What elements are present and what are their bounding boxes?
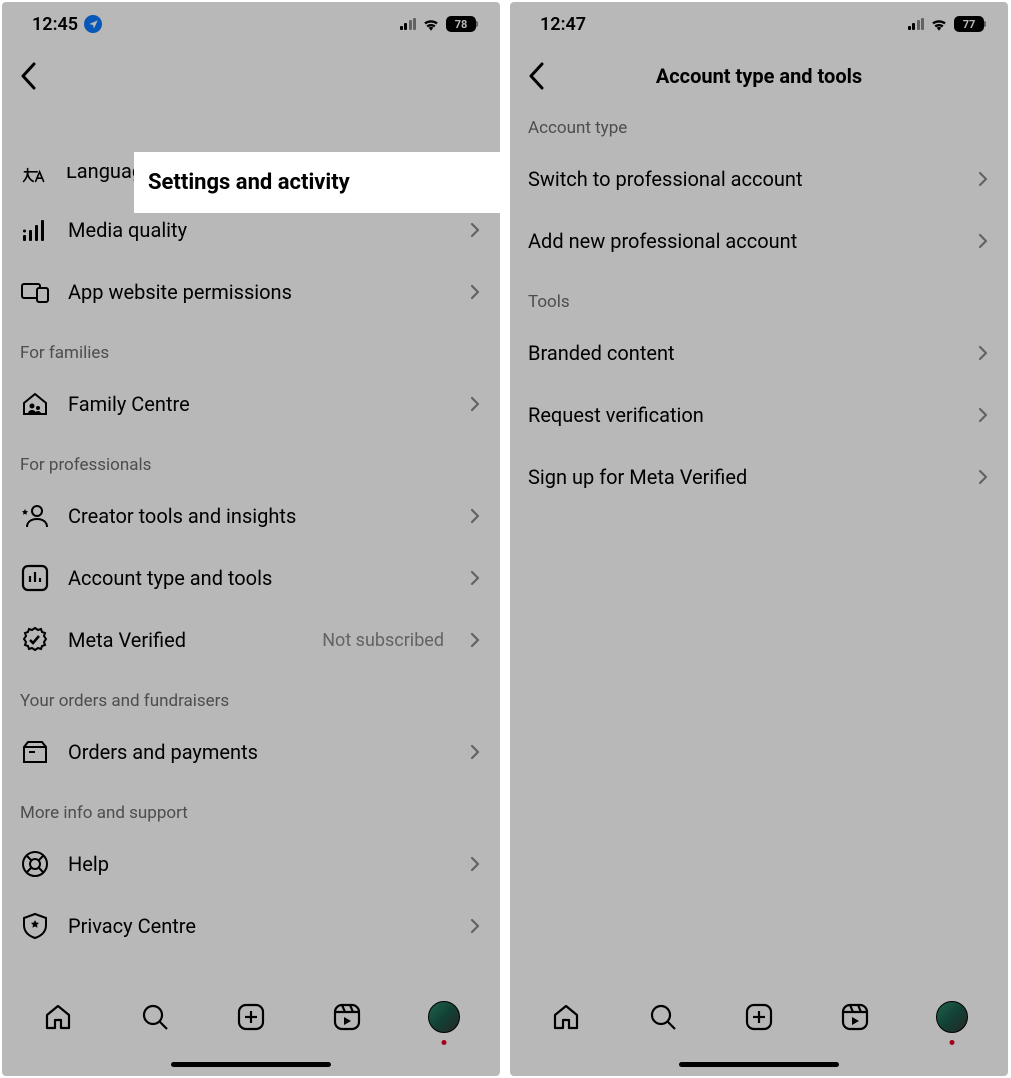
battery-icon: 77 bbox=[954, 16, 984, 32]
home-indicator[interactable] bbox=[510, 1052, 1008, 1076]
battery-level: 78 bbox=[447, 18, 475, 31]
chevron-right-icon bbox=[976, 342, 990, 364]
row-label: Privacy Centre bbox=[68, 914, 450, 938]
back-button[interactable] bbox=[6, 54, 50, 98]
chevron-right-icon bbox=[468, 219, 482, 241]
nav-header bbox=[2, 46, 500, 106]
page-title: Settings and activity bbox=[134, 152, 500, 213]
tab-home[interactable] bbox=[544, 995, 588, 1039]
row-label: Family Centre bbox=[68, 392, 450, 416]
row-creator-tools[interactable]: Creator tools and insights bbox=[2, 485, 500, 547]
row-branded-content[interactable]: Branded content bbox=[510, 322, 1008, 384]
row-app-website-permissions[interactable]: App website permissions bbox=[2, 261, 500, 323]
chevron-right-icon bbox=[468, 853, 482, 875]
status-bar: 12:45 78 bbox=[2, 2, 500, 46]
wifi-icon bbox=[930, 17, 948, 31]
row-label: Account type and tools bbox=[68, 566, 450, 590]
devices-icon bbox=[20, 277, 50, 307]
location-services-icon bbox=[84, 15, 102, 33]
battery-level: 77 bbox=[955, 18, 983, 31]
chevron-right-icon bbox=[468, 567, 482, 589]
tab-search[interactable] bbox=[641, 995, 685, 1039]
chevron-right-icon bbox=[468, 281, 482, 303]
battery-icon: 78 bbox=[446, 16, 476, 32]
row-label: Sign up for Meta Verified bbox=[528, 465, 958, 489]
box-icon bbox=[20, 737, 50, 767]
row-label: App website permissions bbox=[68, 280, 450, 304]
tab-create[interactable] bbox=[737, 995, 781, 1039]
row-label: Branded content bbox=[528, 341, 958, 365]
page-title: Account type and tools bbox=[510, 64, 1008, 88]
row-secondary: Not subscribed bbox=[322, 630, 444, 651]
avatar bbox=[428, 1001, 460, 1033]
signal-bars-icon bbox=[20, 215, 50, 245]
wifi-icon bbox=[422, 17, 440, 31]
row-orders-payments[interactable]: Orders and payments bbox=[2, 721, 500, 783]
language-icon bbox=[20, 167, 48, 183]
row-switch-to-professional[interactable]: Switch to professional account bbox=[510, 148, 1008, 210]
section-professionals: For professionals bbox=[2, 435, 500, 485]
row-label: Orders and payments bbox=[68, 740, 450, 764]
home-indicator[interactable] bbox=[2, 1052, 500, 1076]
chevron-right-icon bbox=[976, 466, 990, 488]
row-label: Switch to professional account bbox=[528, 167, 958, 191]
house-people-icon bbox=[20, 389, 50, 419]
chevron-right-icon bbox=[468, 393, 482, 415]
tab-search[interactable] bbox=[133, 995, 177, 1039]
cellular-signal-icon bbox=[400, 18, 417, 30]
chevron-right-icon bbox=[468, 741, 482, 763]
section-families: For families bbox=[2, 323, 500, 373]
tab-reels[interactable] bbox=[833, 995, 877, 1039]
row-request-verification[interactable]: Request verification bbox=[510, 384, 1008, 446]
chevron-right-icon bbox=[976, 404, 990, 426]
chevron-right-icon bbox=[976, 230, 990, 252]
cellular-signal-icon bbox=[908, 18, 925, 30]
badge-check-icon bbox=[20, 625, 50, 655]
row-label: Add new professional account bbox=[528, 229, 958, 253]
section-support: More info and support bbox=[2, 783, 500, 833]
bottom-tab-bar bbox=[2, 982, 500, 1052]
notification-dot-icon bbox=[441, 1040, 446, 1045]
chevron-right-icon bbox=[976, 168, 990, 190]
back-button[interactable] bbox=[514, 54, 558, 98]
section-orders: Your orders and fundraisers bbox=[2, 671, 500, 721]
row-label: Request verification bbox=[528, 403, 958, 427]
section-account-type: Account type bbox=[510, 106, 1008, 148]
row-label: Creator tools and insights bbox=[68, 504, 450, 528]
status-time: 12:47 bbox=[540, 14, 586, 35]
star-person-icon bbox=[20, 501, 50, 531]
row-account-type-and-tools[interactable]: Account type and tools bbox=[2, 547, 500, 609]
chart-square-icon bbox=[20, 563, 50, 593]
row-label: Help bbox=[68, 852, 450, 876]
row-privacy-centre[interactable]: Privacy Centre bbox=[2, 895, 500, 957]
bottom-tab-bar bbox=[510, 982, 1008, 1052]
row-label: Meta Verified bbox=[68, 628, 304, 652]
row-label: Media quality bbox=[68, 218, 450, 242]
row-signup-meta-verified[interactable]: Sign up for Meta Verified bbox=[510, 446, 1008, 508]
notification-dot-icon bbox=[949, 1040, 954, 1045]
row-meta-verified[interactable]: Meta Verified Not subscribed bbox=[2, 609, 500, 671]
chevron-right-icon bbox=[468, 505, 482, 527]
row-help[interactable]: Help bbox=[2, 833, 500, 895]
nav-header: Account type and tools bbox=[510, 46, 1008, 106]
tab-reels[interactable] bbox=[325, 995, 369, 1039]
avatar bbox=[936, 1001, 968, 1033]
section-tools: Tools bbox=[510, 272, 1008, 322]
row-add-professional[interactable]: Add new professional account bbox=[510, 210, 1008, 272]
tab-profile[interactable] bbox=[930, 995, 974, 1039]
left-screenshot: 12:45 78 Settings and activity bbox=[2, 2, 500, 1076]
status-time: 12:45 bbox=[32, 14, 78, 35]
chevron-right-icon bbox=[468, 629, 482, 651]
chevron-right-icon bbox=[468, 915, 482, 937]
tab-profile[interactable] bbox=[422, 995, 466, 1039]
status-bar: 12:47 77 bbox=[510, 2, 1008, 46]
right-screenshot: 12:47 77 Account type and tools Account … bbox=[510, 2, 1008, 1076]
shield-star-icon bbox=[20, 911, 50, 941]
row-family-centre[interactable]: Family Centre bbox=[2, 373, 500, 435]
tab-home[interactable] bbox=[36, 995, 80, 1039]
lifebuoy-icon bbox=[20, 849, 50, 879]
tab-create[interactable] bbox=[229, 995, 273, 1039]
